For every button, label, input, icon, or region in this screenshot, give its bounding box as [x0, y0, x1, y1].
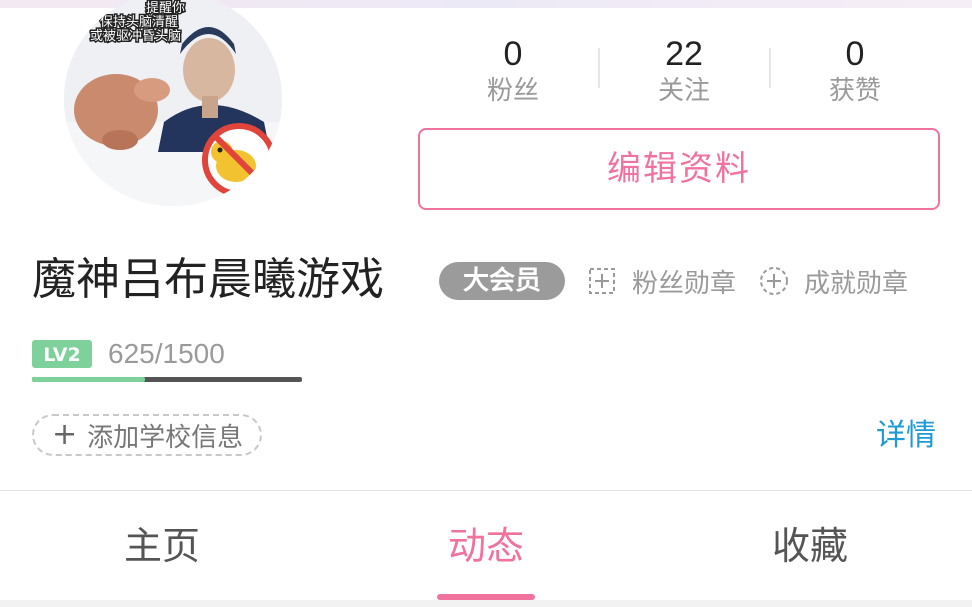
bottom-divider [0, 600, 972, 607]
tab-favorites[interactable]: 收藏 [648, 519, 972, 573]
username: 魔神吕布晨曦游戏 [32, 254, 384, 305]
vip-badge[interactable]: 大会员 [439, 262, 565, 300]
stat-likes-label: 获赞 [828, 76, 881, 106]
profile-tabs: 主页 动态 收藏 [0, 491, 972, 601]
level-badge: LV2 [32, 340, 92, 368]
stat-likes[interactable]: 0 获赞 [770, 34, 940, 108]
experience-bar-fill [32, 377, 145, 382]
fan-medal-label: 粉丝勋章 [632, 268, 737, 299]
stat-fans-value: 0 [503, 35, 523, 73]
achievement-medal-button[interactable]: 成就勋章 [758, 262, 908, 300]
stat-following-label: 关注 [657, 76, 710, 106]
achievement-medal-label: 成就勋章 [804, 268, 909, 299]
add-school-label: 添加学校信息 [87, 422, 244, 453]
avatar-caption-line-2: 保持头脑清醒 [100, 15, 178, 30]
avatar-caption-line-3: 或被驱冲昏头脑 [90, 29, 181, 44]
tab-home[interactable]: 主页 [0, 519, 324, 573]
stat-following[interactable]: 22 关注 [599, 34, 769, 108]
avatar[interactable]: 提醒你 保持头脑清醒 或被驱冲昏头脑 [64, 0, 282, 206]
details-link[interactable]: 详情 [876, 416, 936, 456]
avatar-caption-line-1: 提醒你 [146, 0, 185, 16]
edit-profile-button[interactable]: 编辑资料 [418, 128, 940, 210]
add-achievement-icon [760, 267, 788, 295]
add-medal-icon [589, 268, 615, 294]
level-badge-text: LV2 [43, 344, 80, 366]
stat-likes-value: 0 [845, 35, 865, 73]
stat-fans[interactable]: 0 粉丝 [428, 34, 598, 108]
tab-dynamic[interactable]: 动态 [324, 519, 648, 573]
stat-fans-label: 粉丝 [486, 76, 539, 106]
experience-text: 625/1500 [108, 338, 225, 369]
add-school-button[interactable]: + 添加学校信息 [32, 414, 262, 456]
avatar-image: 提醒你 保持头脑清醒 或被驱冲昏头脑 [64, 0, 282, 206]
experience-bar [32, 377, 302, 382]
plus-icon: + [52, 417, 78, 452]
stat-following-value: 22 [665, 35, 703, 73]
stats-row: 0 粉丝 22 关注 0 获赞 [428, 34, 940, 114]
fan-medal-button[interactable]: 粉丝勋章 [586, 262, 736, 300]
